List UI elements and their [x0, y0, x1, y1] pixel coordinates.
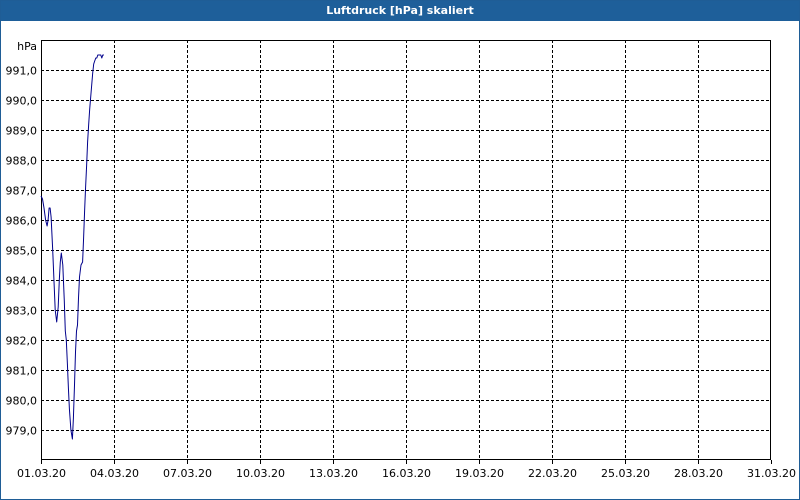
- pressure-series-line: [40, 54, 104, 440]
- x-tick-label: 22.03.20: [528, 467, 577, 480]
- x-tick-label: 10.03.20: [236, 467, 285, 480]
- y-tick-label: 989,0: [6, 125, 38, 138]
- y-tick-label: 982,0: [6, 335, 38, 348]
- y-tick-label: 983,0: [6, 305, 38, 318]
- x-tick-label: 01.03.20: [17, 467, 66, 480]
- y-axis-label: hPa: [17, 40, 37, 53]
- x-tick-label: 13.03.20: [309, 467, 358, 480]
- y-tick-label: 979,0: [6, 425, 38, 438]
- x-tick-label: 28.03.20: [674, 467, 723, 480]
- y-tick-label: 985,0: [6, 245, 38, 258]
- y-tick-label: 984,0: [6, 275, 38, 288]
- x-tick-label: 19.03.20: [455, 467, 504, 480]
- y-tick-label: 981,0: [6, 365, 38, 378]
- y-tick-label: 980,0: [6, 395, 38, 408]
- chart-window: Luftdruck [hPa] skaliert 979,0 980,0 981,0…: [0, 0, 800, 500]
- y-tick-label: 986,0: [6, 215, 38, 228]
- pressure-chart: 979,0 980,0 981,0 982,0 983,0 984,0 985,0 986,0…: [6, 40, 796, 480]
- y-tick-label: 987,0: [6, 185, 38, 198]
- y-tick-label: 991,0: [6, 65, 38, 78]
- x-tick-label: 16.03.20: [382, 467, 431, 480]
- y-tick-label: 988,0: [6, 155, 38, 168]
- x-tick-label: 07.03.20: [163, 467, 212, 480]
- x-tick-label: 04.03.20: [90, 467, 139, 480]
- y-tick-label: 990,0: [6, 95, 38, 108]
- x-tick-label: 31.03.20: [747, 467, 796, 480]
- x-tick-label: 25.03.20: [601, 467, 650, 480]
